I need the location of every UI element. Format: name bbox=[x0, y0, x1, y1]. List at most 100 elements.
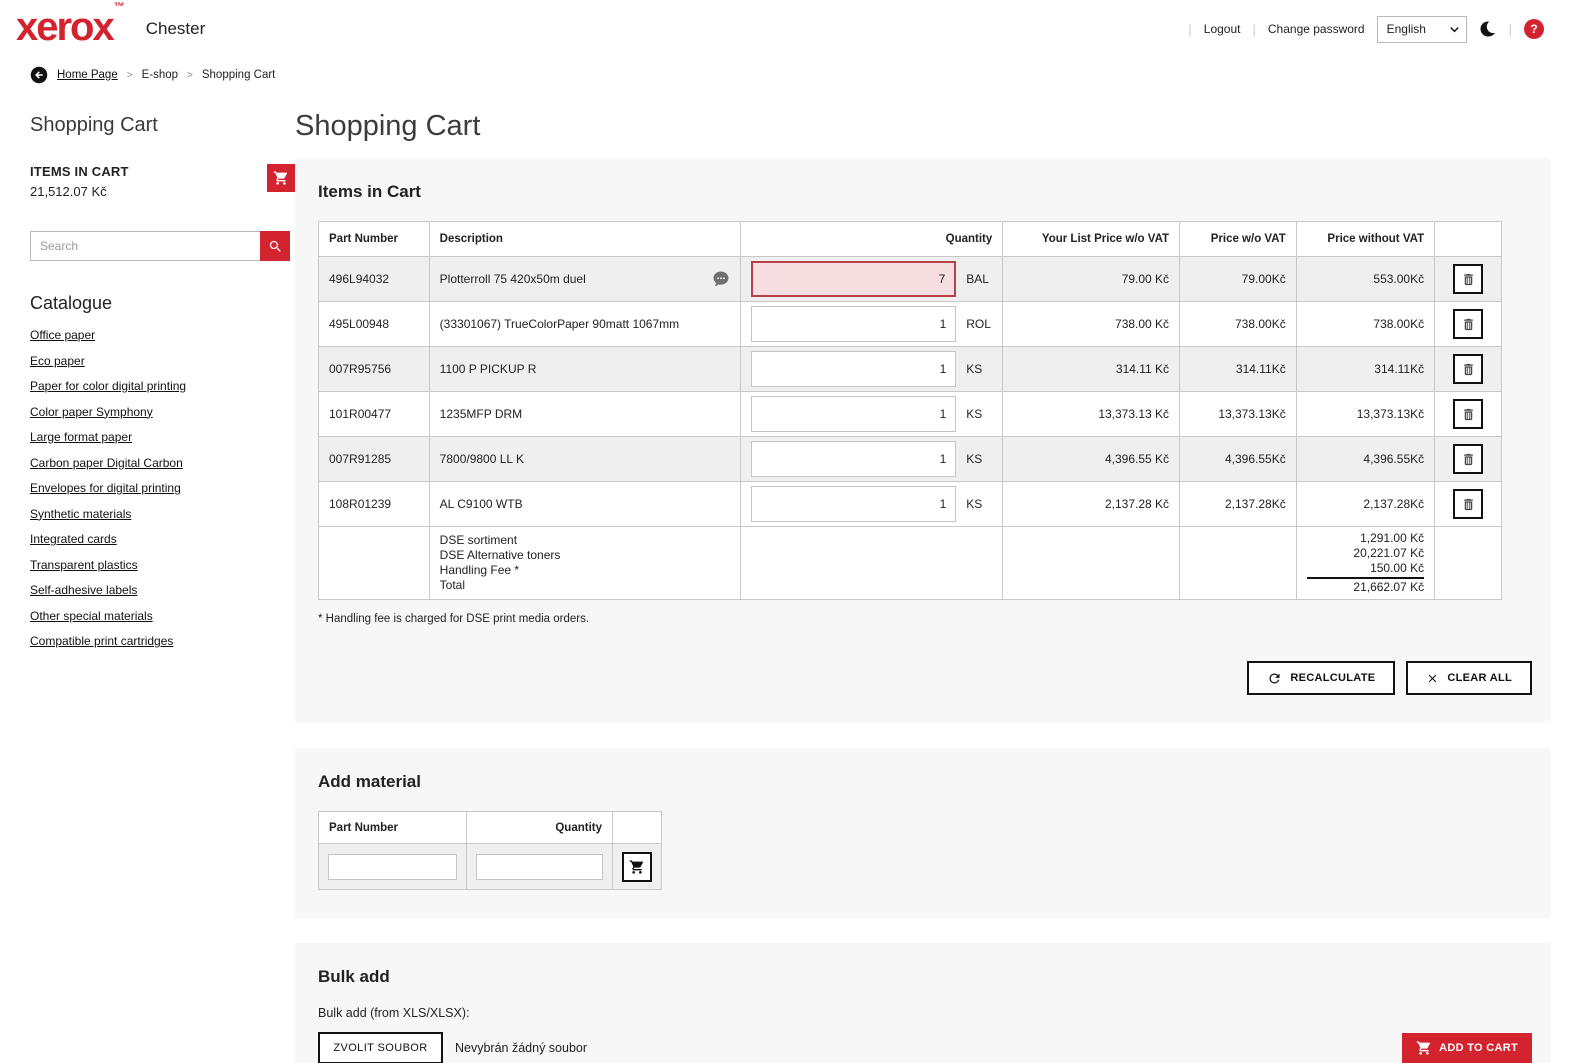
sidebar-catalogue-link[interactable]: Envelopes for digital printing bbox=[30, 481, 295, 495]
cart-icon bbox=[273, 171, 287, 185]
cart-item-row: 496L94032 Plotterroll 75 420x50m duel BA… bbox=[318, 256, 1502, 302]
breadcrumb-current: Shopping Cart bbox=[201, 69, 276, 81]
handling-fee-footnote: * Handling fee is charged for DSE print … bbox=[318, 613, 590, 625]
sidebar-catalogue-link[interactable]: Carbon paper Digital Carbon bbox=[30, 456, 295, 470]
add-material-panel: Add material Part Number Quantity bbox=[295, 748, 1550, 918]
delete-item-button[interactable] bbox=[1453, 444, 1484, 474]
search-input[interactable] bbox=[30, 231, 260, 261]
language-select[interactable]: English bbox=[1376, 15, 1467, 43]
sidebar-catalogue-link[interactable]: Compatible print cartridges bbox=[30, 634, 295, 648]
list-price-cell: 13,373.13 Kč bbox=[1002, 391, 1181, 437]
back-circle-icon[interactable] bbox=[30, 66, 48, 84]
summary-value: 150.00 Kč bbox=[1370, 561, 1425, 575]
description-cell: (33301067) TrueColorPaper 90matt 1067mm bbox=[428, 301, 742, 347]
clear-all-button[interactable]: CLEAR ALL bbox=[1406, 661, 1532, 695]
comment-bubble-icon[interactable] bbox=[712, 270, 730, 288]
price-wo-vat-cell: 4,396.55Kč bbox=[1179, 436, 1297, 482]
price-wo-vat-cell: 79.00Kč bbox=[1179, 256, 1297, 302]
description-cell: Plotterroll 75 420x50m duel bbox=[428, 256, 742, 302]
close-icon bbox=[1429, 674, 1437, 682]
sidebar-catalogue-link[interactable]: Color paper Symphony bbox=[30, 405, 295, 419]
sidebar-catalogue-link[interactable]: Other special materials bbox=[30, 609, 295, 623]
breadcrumb-eshop[interactable]: E-shop bbox=[142, 69, 178, 81]
quantity-cell: KS bbox=[740, 481, 1004, 527]
description-cell: AL C9100 WTB bbox=[428, 481, 742, 527]
price-without-vat-cell: 13,373.13Kč bbox=[1295, 391, 1436, 437]
summary-total-value: 21,662.07 Kč bbox=[1306, 577, 1425, 595]
column-price-without-vat: Price without VAT bbox=[1295, 221, 1436, 257]
trash-icon bbox=[1463, 453, 1473, 465]
quantity-input[interactable] bbox=[751, 486, 957, 522]
quantity-input[interactable] bbox=[751, 306, 957, 342]
items-in-cart-value: 21,512.07 Kč bbox=[30, 184, 107, 199]
quantity-input[interactable] bbox=[751, 396, 957, 432]
breadcrumb-home[interactable]: Home Page bbox=[57, 69, 118, 81]
refresh-icon bbox=[1269, 673, 1280, 683]
add-to-cart-button[interactable]: ADD TO CART bbox=[1402, 1032, 1532, 1063]
unit-label: KS bbox=[966, 407, 983, 421]
list-price-cell: 738.00 Kč bbox=[1002, 301, 1181, 347]
delete-item-button[interactable] bbox=[1453, 264, 1484, 294]
part-number-cell: 108R01239 bbox=[318, 481, 430, 527]
cart-item-row: 007R91285 7800/9800 LL K KS 4,396.55 Kč … bbox=[318, 436, 1502, 482]
logout-link[interactable]: Logout bbox=[1204, 22, 1241, 36]
add-material-heading: Add material bbox=[318, 772, 421, 791]
column-list-price: Your List Price w/o VAT bbox=[1002, 221, 1181, 257]
unit-label: BAL bbox=[966, 272, 989, 286]
help-icon[interactable]: ? bbox=[1524, 19, 1544, 39]
catalogue-links: Office paper Eco paper Paper for color dig… bbox=[30, 328, 295, 648]
sidebar-catalogue-link[interactable]: Eco paper bbox=[30, 354, 295, 368]
sidebar-catalogue-link[interactable]: Transparent plastics bbox=[30, 558, 295, 572]
delete-item-button[interactable] bbox=[1453, 354, 1484, 384]
description-cell: 1235MFP DRM bbox=[428, 391, 742, 437]
xerox-logo[interactable]: xerox™ bbox=[16, 1, 125, 47]
price-without-vat-cell: 2,137.28Kč bbox=[1295, 481, 1436, 527]
unit-label: ROL bbox=[966, 317, 991, 331]
bulk-add-panel: Bulk add Bulk add (from XLS/XLSX): ZVOLI… bbox=[295, 943, 1550, 1063]
delete-cell bbox=[1434, 436, 1502, 482]
item-description: (33301067) TrueColorPaper 90matt 1067mm bbox=[439, 317, 680, 331]
delete-item-button[interactable] bbox=[1453, 399, 1484, 429]
item-description: 1235MFP DRM bbox=[439, 407, 523, 421]
add-material-cart-button[interactable] bbox=[622, 851, 652, 882]
delete-cell bbox=[1434, 256, 1502, 302]
part-number-cell: 007R91285 bbox=[318, 436, 430, 482]
choose-file-button[interactable]: ZVOLIT SOUBOR bbox=[318, 1032, 443, 1063]
add-to-cart-label: ADD TO CART bbox=[1439, 1042, 1518, 1054]
quantity-input[interactable] bbox=[751, 351, 957, 387]
quantity-cell: KS bbox=[740, 391, 1004, 437]
quantity-input[interactable] bbox=[751, 261, 957, 297]
cart-table: Part Number Description Quantity Your Li… bbox=[318, 221, 1502, 600]
delete-cell bbox=[1434, 346, 1502, 392]
sidebar-catalogue-link[interactable]: Self-adhesive labels bbox=[30, 583, 295, 597]
search-icon bbox=[269, 240, 281, 252]
sidebar-catalogue-link[interactable]: Synthetic materials bbox=[30, 507, 295, 521]
delete-item-button[interactable] bbox=[1453, 309, 1484, 339]
change-password-link[interactable]: Change password bbox=[1268, 22, 1365, 36]
quantity-input[interactable] bbox=[751, 441, 957, 477]
add-quantity-input[interactable] bbox=[476, 853, 603, 880]
cart-icon bbox=[629, 859, 643, 874]
dark-mode-moon-icon[interactable] bbox=[1479, 20, 1497, 38]
recalculate-label: RECALCULATE bbox=[1290, 672, 1376, 684]
add-material-header: Part Number Quantity bbox=[318, 811, 662, 844]
items-in-cart-panel: Items in Cart Part Number Description Qu… bbox=[295, 158, 1550, 723]
add-part-number-input[interactable] bbox=[328, 853, 457, 880]
column-description: Description bbox=[428, 221, 742, 257]
add-material-row bbox=[318, 843, 662, 890]
column-part-number: Part Number bbox=[318, 221, 430, 257]
price-without-vat-cell: 738.00Kč bbox=[1295, 301, 1436, 347]
search-button[interactable] bbox=[260, 231, 290, 261]
cart-button[interactable] bbox=[267, 164, 295, 192]
sidebar-catalogue-link[interactable]: Integrated cards bbox=[30, 532, 295, 546]
account-name: Chester bbox=[145, 19, 206, 38]
sidebar-catalogue-link[interactable]: Large format paper bbox=[30, 430, 295, 444]
price-wo-vat-cell: 738.00Kč bbox=[1179, 301, 1297, 347]
recalculate-button[interactable]: RECALCULATE bbox=[1247, 661, 1396, 695]
delete-item-button[interactable] bbox=[1453, 489, 1484, 519]
list-price-cell: 4,396.55 Kč bbox=[1002, 436, 1181, 482]
sidebar-catalogue-link[interactable]: Office paper bbox=[30, 328, 295, 342]
trademark-symbol: ™ bbox=[113, 0, 125, 13]
price-without-vat-cell: 4,396.55Kč bbox=[1295, 436, 1436, 482]
sidebar-catalogue-link[interactable]: Paper for color digital printing bbox=[30, 379, 295, 393]
